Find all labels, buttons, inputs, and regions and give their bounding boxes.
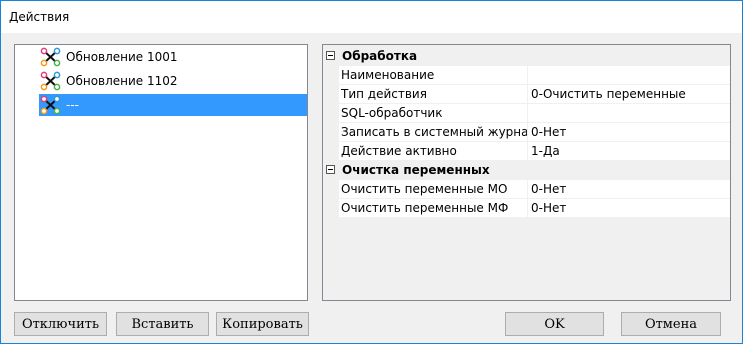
property-row-name[interactable]: Наименование xyxy=(323,66,730,85)
category-processing[interactable]: Обработка xyxy=(323,47,730,66)
property-grid[interactable]: Обработка Наименование Тип действия 0-Оч… xyxy=(322,44,731,301)
category-clear-variables[interactable]: Очистка переменных xyxy=(323,161,730,180)
property-name: Наименование xyxy=(341,68,435,82)
property-row-write-system-log[interactable]: Записать в системный журнал 0-Нет xyxy=(323,123,730,142)
tree-item-label: Обновление 1102 xyxy=(66,74,178,88)
collapse-icon[interactable] xyxy=(326,165,335,174)
property-value[interactable]: 0-Нет xyxy=(531,201,566,215)
property-value[interactable]: 0-Нет xyxy=(531,182,566,196)
dialog-window: Действия Обновление 1001 Обновление 1102… xyxy=(0,0,743,344)
property-name: Тип действия xyxy=(341,87,427,101)
tree-item-new-selected[interactable]: --- xyxy=(39,94,307,116)
category-label: Очистка переменных xyxy=(342,163,490,177)
property-row-sql-handler[interactable]: SQL-обработчик xyxy=(323,104,730,123)
disable-button[interactable]: Отключить xyxy=(14,312,107,336)
tree-item-update-1001[interactable]: Обновление 1001 xyxy=(39,46,307,68)
category-label: Обработка xyxy=(342,49,418,63)
property-value[interactable]: 0-Нет xyxy=(531,125,566,139)
actions-tree[interactable]: Обновление 1001 Обновление 1102 --- xyxy=(14,44,308,301)
property-name: Записать в системный журнал xyxy=(341,125,537,139)
property-value[interactable]: 0-Очистить переменные xyxy=(531,87,686,101)
property-row-clear-mo[interactable]: Очистить переменные МО 0-Нет xyxy=(323,180,730,199)
property-row-action-type[interactable]: Тип действия 0-Очистить переменные xyxy=(323,85,730,104)
property-name: Действие активно xyxy=(341,144,457,158)
property-name: Очистить переменные МФ xyxy=(341,201,509,215)
property-name: Очистить переменные МО xyxy=(341,182,508,196)
workflow-icon xyxy=(39,70,63,92)
tree-item-label: Обновление 1001 xyxy=(66,50,178,64)
copy-button[interactable]: Копировать xyxy=(216,312,309,336)
tree-item-label: --- xyxy=(66,98,79,112)
collapse-icon[interactable] xyxy=(326,51,335,60)
ok-button[interactable]: OK xyxy=(505,312,604,336)
property-row-clear-mf[interactable]: Очистить переменные МФ 0-Нет xyxy=(323,199,730,218)
insert-button[interactable]: Вставить xyxy=(116,312,209,336)
tree-item-update-1102[interactable]: Обновление 1102 xyxy=(39,70,307,92)
property-name: SQL-обработчик xyxy=(341,106,443,120)
property-value[interactable]: 1-Да xyxy=(531,144,560,158)
property-row-action-active[interactable]: Действие активно 1-Да xyxy=(323,142,730,161)
title-bar: Действия xyxy=(1,1,742,33)
workflow-icon xyxy=(39,46,63,68)
window-title: Действия xyxy=(9,10,70,24)
cancel-button[interactable]: Отмена xyxy=(621,312,721,336)
workflow-icon xyxy=(39,94,63,116)
